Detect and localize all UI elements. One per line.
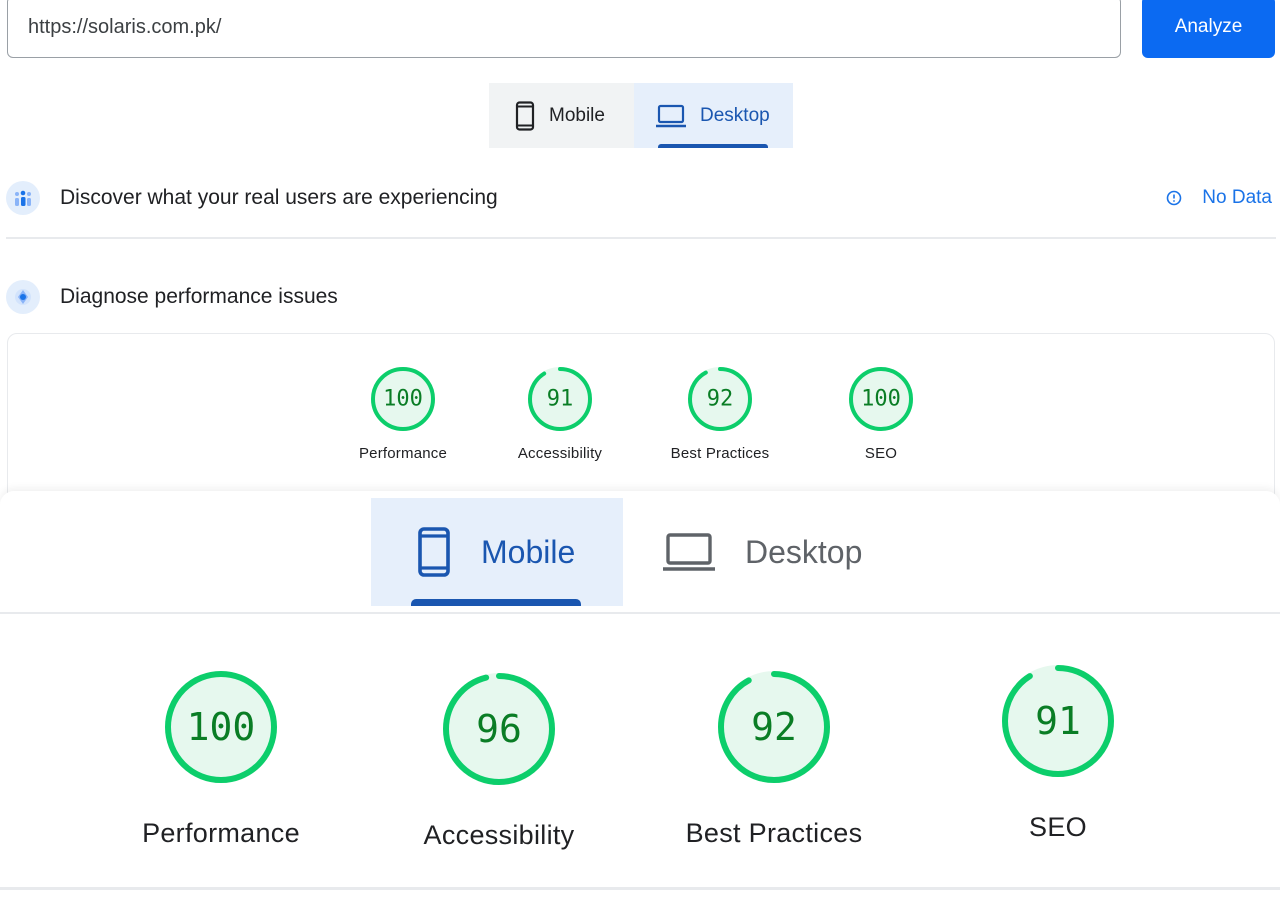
url-input[interactable]: https://solaris.com.pk/	[7, 0, 1121, 58]
tabs-divider	[0, 612, 1280, 614]
score-value: 92	[707, 387, 734, 412]
score-ring: 92	[718, 671, 830, 783]
tab-selected-indicator	[658, 144, 768, 148]
tab-mobile-bottom[interactable]: Mobile	[371, 498, 623, 606]
phone-icon	[418, 527, 450, 577]
section-divider	[6, 237, 1276, 239]
info-icon	[1166, 190, 1182, 206]
score-label: Accessibility	[517, 445, 603, 462]
score-label: Performance	[142, 818, 300, 848]
device-tabs-bottom: Mobile Desktop	[371, 498, 903, 606]
no-data-label: No Data	[1202, 187, 1272, 208]
no-data-status[interactable]: No Data	[1166, 187, 1276, 209]
score-gauge-accessibility[interactable]: 91 Accessibility	[480, 366, 640, 462]
score-ring: 91	[528, 367, 592, 431]
tab-selected-indicator	[411, 599, 581, 606]
score-gauge-performance[interactable]: 100 Performance	[91, 670, 351, 849]
laptop-icon	[656, 104, 686, 127]
score-value: 96	[476, 707, 522, 751]
score-label: SEO	[1029, 812, 1087, 842]
score-label: SEO	[864, 445, 898, 462]
diagnose-title: Diagnose performance issues	[60, 285, 338, 308]
score-ring: 100	[849, 367, 913, 431]
tab-mobile-top[interactable]: Mobile	[489, 83, 634, 148]
score-value: 91	[1035, 699, 1081, 743]
score-value: 100	[383, 387, 423, 412]
url-input-value: https://solaris.com.pk/	[28, 15, 222, 38]
score-gauge-accessibility[interactable]: 96 Accessibility	[369, 672, 629, 851]
score-ring: 91	[1002, 665, 1114, 777]
discover-title: Discover what your real users are experi…	[60, 186, 498, 209]
analyze-button[interactable]: Analyze	[1142, 0, 1275, 58]
score-ring: 96	[443, 673, 555, 785]
tab-mobile-top-label: Mobile	[549, 104, 605, 126]
score-label: Best Practices	[670, 445, 770, 462]
device-tabs-top: Mobile Desktop	[489, 83, 793, 148]
score-gauge-best-practices[interactable]: 92 Best Practices	[644, 670, 904, 849]
score-gauge-performance[interactable]: 100 Performance	[323, 366, 483, 462]
score-label: Accessibility	[423, 820, 575, 850]
phone-icon	[515, 100, 535, 131]
score-gauge-best-practices[interactable]: 92 Best Practices	[640, 366, 800, 462]
tab-mobile-bottom-label: Mobile	[481, 533, 576, 570]
score-gauge-seo[interactable]: 91 SEO	[928, 664, 1188, 843]
tab-desktop-top-label: Desktop	[700, 104, 770, 126]
score-label: Best Practices	[685, 818, 863, 848]
score-gauge-seo[interactable]: 100 SEO	[801, 366, 961, 462]
diagnose-icon	[6, 280, 40, 314]
score-value: 100	[861, 387, 901, 412]
tab-desktop-bottom[interactable]: Desktop	[623, 498, 903, 606]
score-value: 100	[187, 705, 256, 749]
score-label: Performance	[358, 445, 448, 462]
laptop-icon	[663, 533, 715, 571]
users-icon	[6, 181, 40, 215]
discover-section-header: Discover what your real users are experi…	[6, 178, 1276, 218]
bottom-divider	[0, 887, 1280, 890]
score-value: 91	[547, 387, 574, 412]
score-value: 92	[751, 705, 797, 749]
score-ring: 100	[371, 367, 435, 431]
tab-desktop-bottom-label: Desktop	[745, 533, 863, 570]
tab-desktop-top[interactable]: Desktop	[634, 83, 793, 148]
diagnose-section-header: Diagnose performance issues	[6, 277, 1276, 317]
score-ring: 100	[165, 671, 277, 783]
score-ring: 92	[688, 367, 752, 431]
